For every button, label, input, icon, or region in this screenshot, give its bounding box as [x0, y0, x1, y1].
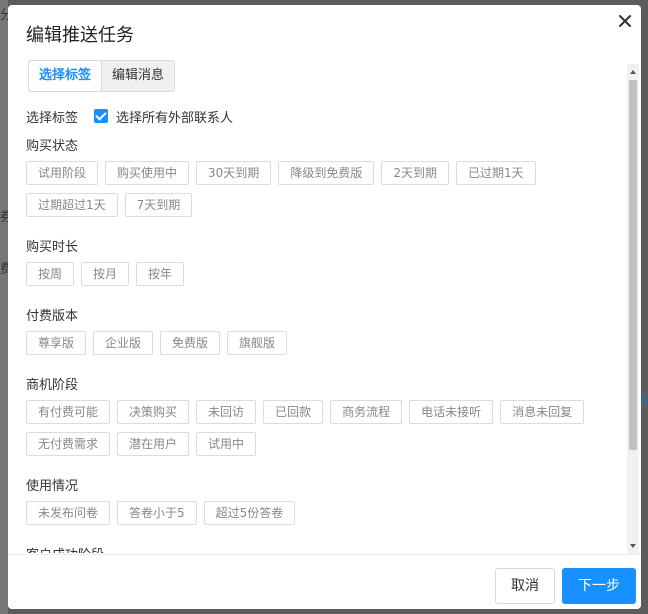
- tag-option[interactable]: 超过5份答卷: [203, 501, 296, 525]
- tag-option[interactable]: 已回款: [263, 400, 324, 424]
- tag-group: 客户成功阶段: [26, 546, 620, 553]
- edit-push-task-dialog: 编辑推送任务 选择标签 编辑消息 选择标签 选择所有外部联系人 购买状态试用阶段…: [8, 5, 641, 609]
- tag-option[interactable]: 尊享版: [26, 331, 87, 355]
- tag-group-title: 商机阶段: [26, 378, 79, 393]
- tag-option[interactable]: 30天到期: [196, 161, 272, 185]
- tag-group-title: 付费版本: [26, 309, 79, 324]
- tag-group-title: 购买状态: [26, 139, 79, 154]
- tag-group-title: 客户成功阶段: [26, 546, 620, 553]
- next-step-button[interactable]: 下一步: [562, 568, 636, 604]
- tag-option[interactable]: 降级到免费版: [278, 161, 375, 185]
- tag-option[interactable]: 消息未回复: [500, 400, 585, 424]
- scroll-thumb[interactable]: [629, 80, 637, 450]
- tag-option[interactable]: 试用阶段: [26, 161, 99, 185]
- tag-group: 付费版本尊享版 企业版 免费版 旗舰版: [26, 307, 620, 363]
- tag-option[interactable]: 按周: [26, 262, 75, 286]
- close-icon: [619, 15, 631, 27]
- tag-group: 使用情况未发布问卷 答卷小于5 超过5份答卷: [26, 477, 620, 533]
- select-tags-label: 选择标签: [26, 110, 79, 126]
- tag-option[interactable]: 未回访: [196, 400, 257, 424]
- tag-option[interactable]: 决策购买: [117, 400, 190, 424]
- tag-option[interactable]: 免费版: [160, 331, 221, 355]
- dialog-tabs: 选择标签 编辑消息: [28, 60, 176, 92]
- tag-option[interactable]: 未发布问卷: [26, 501, 111, 525]
- tag-option[interactable]: 已过期1天: [455, 161, 536, 185]
- cancel-button[interactable]: 取消: [495, 568, 555, 604]
- tag-option[interactable]: 7天到期: [124, 193, 193, 217]
- tag-option[interactable]: 按月: [81, 262, 130, 286]
- tag-option[interactable]: 企业版: [93, 331, 154, 355]
- tag-list: 试用阶段 购买使用中 30天到期 降级到免费版 2天到期 已过期1天过期超过1天 7天到期: [26, 161, 620, 225]
- tag-option[interactable]: 电话未接听: [409, 400, 494, 424]
- tag-option[interactable]: 试用中: [196, 432, 257, 456]
- select-all-row: 选择标签 选择所有外部联系人: [26, 105, 620, 127]
- scroll-up-arrow[interactable]: [630, 70, 636, 74]
- tag-list: 按周 按月 按年: [26, 262, 620, 294]
- tag-group: 商机阶段有付费可能 决策购买 未回访 已回款 商务流程 电话未接听 消息未回复无付费需求 潜在…: [26, 376, 620, 464]
- tag-option[interactable]: 购买使用中: [105, 161, 190, 185]
- tag-group-title: 使用情况: [26, 479, 79, 494]
- tag-option[interactable]: 答卷小于5: [117, 501, 197, 525]
- tag-option[interactable]: 过期超过1天: [26, 193, 118, 217]
- tag-option[interactable]: 有付费可能: [26, 400, 111, 424]
- background-text: 券: [0, 210, 8, 225]
- tag-option[interactable]: 潜在用户: [117, 432, 190, 456]
- select-all-checkbox[interactable]: [94, 109, 109, 123]
- tag-option[interactable]: 2天到期: [381, 161, 449, 185]
- background-page: [0, 0, 8, 614]
- dialog-footer: 取消 下一步: [8, 554, 641, 609]
- background-text: 分: [0, 8, 8, 23]
- scrollbar[interactable]: [627, 64, 639, 554]
- background-text: 费: [0, 262, 8, 277]
- tag-group-title: 购买时长: [26, 240, 79, 255]
- tag-option[interactable]: 按年: [136, 262, 185, 286]
- tab-select-tags[interactable]: 选择标签: [29, 61, 102, 91]
- close-button[interactable]: [615, 11, 635, 31]
- tag-list: 有付费可能 决策购买 未回访 已回款 商务流程 电话未接听 消息未回复无付费需求 潜在用户 试用…: [26, 400, 620, 464]
- tab-edit-message[interactable]: 编辑消息: [101, 61, 175, 91]
- tag-option[interactable]: 无付费需求: [26, 432, 111, 456]
- tag-group: 购买状态试用阶段 购买使用中 30天到期 降级到免费版 2天到期 已过期1天过期超过1天 7…: [26, 137, 620, 225]
- tag-option[interactable]: 旗舰版: [227, 331, 288, 355]
- tag-list: 尊享版 企业版 免费版 旗舰版: [26, 331, 620, 363]
- select-all-label[interactable]: 选择所有外部联系人: [116, 107, 233, 126]
- tag-groups: 购买状态试用阶段 购买使用中 30天到期 降级到免费版 2天到期 已过期1天过期超过1天 7…: [26, 137, 620, 553]
- tag-list: 未发布问卷 答卷小于5 超过5份答卷: [26, 501, 620, 533]
- dialog-title: 编辑推送任务: [26, 25, 134, 46]
- tag-option[interactable]: 商务流程: [330, 400, 403, 424]
- background-link: 配: [641, 394, 648, 409]
- scroll-down-arrow[interactable]: [630, 544, 636, 548]
- tag-group: 购买时长按周 按月 按年: [26, 238, 620, 294]
- tag-selection-panel: 选择标签 选择所有外部联系人 购买状态试用阶段 购买使用中 30天到期 降级到免费版 2…: [26, 105, 620, 553]
